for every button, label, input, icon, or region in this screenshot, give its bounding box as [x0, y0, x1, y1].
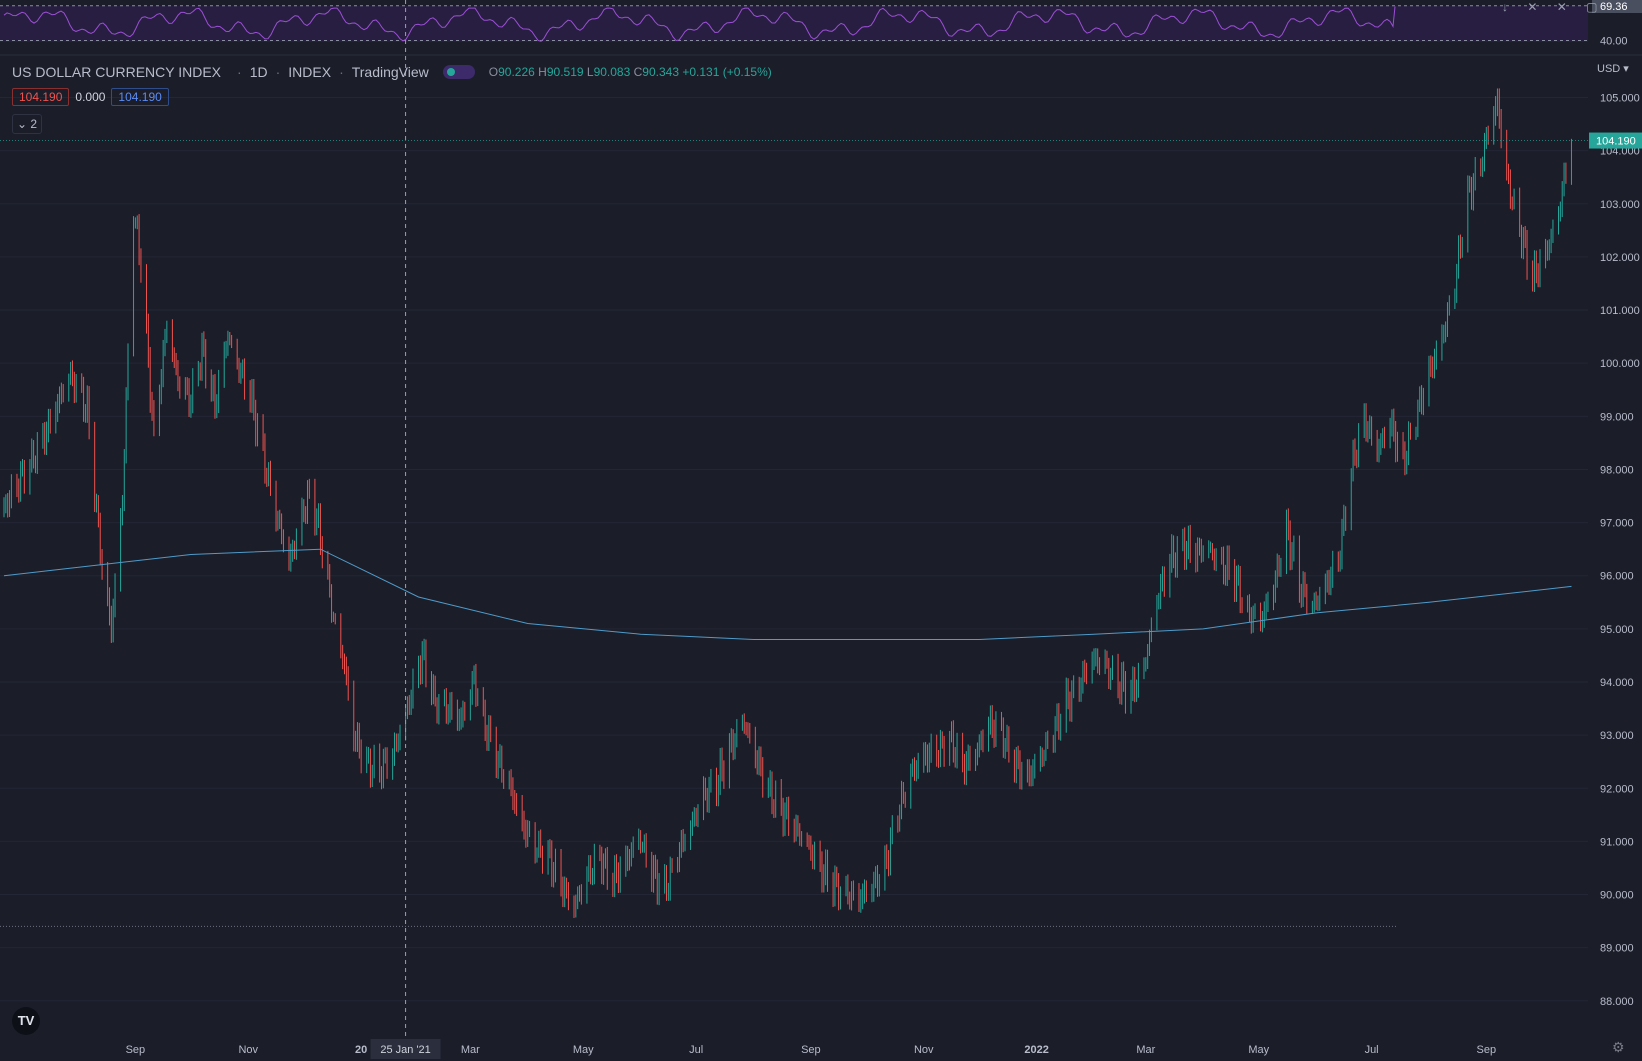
symbol-name[interactable]: US DOLLAR CURRENCY INDEX — [12, 64, 221, 80]
rsi-tick-label: 40.00 — [1600, 35, 1628, 47]
buy-price-button[interactable]: 104.190 — [111, 88, 169, 106]
price-tick-label: 95.000 — [1600, 624, 1634, 636]
price-tick-label: 100.000 — [1600, 358, 1640, 370]
close-key: C — [633, 65, 643, 79]
time-tick-label: Jul — [689, 1044, 703, 1056]
crosshair-date-label: 25 Jan '21 — [380, 1044, 430, 1056]
interval-label[interactable]: 1D — [250, 64, 268, 80]
settings-gear-icon[interactable]: ⚙ — [1612, 1039, 1625, 1056]
indicator-count: 2 — [30, 117, 38, 131]
close-value: 90.343 — [642, 65, 679, 79]
change-value: +0.131 (+0.15%) — [682, 65, 772, 79]
time-tick-label: 2022 — [1024, 1044, 1048, 1056]
currency-label: USD — [1597, 63, 1621, 75]
price-tick-label: 102.000 — [1600, 252, 1640, 264]
price-tick-label: 90.000 — [1600, 890, 1634, 902]
price-tick-label: 103.000 — [1600, 199, 1640, 211]
price-tick-label: 96.000 — [1600, 571, 1634, 583]
open-value: 90.226 — [498, 65, 535, 79]
price-tick-label: 94.000 — [1600, 677, 1634, 689]
currency-selector[interactable]: USD ▾ — [1597, 62, 1629, 75]
ohlc-values: O90.226 H90.519 L90.083 C90.343 +0.131 (… — [489, 65, 772, 79]
time-tick-label: Jul — [1365, 1044, 1379, 1056]
visibility-toggle[interactable] — [442, 65, 475, 79]
time-tick-label: Sep — [1477, 1044, 1497, 1056]
chart-canvas[interactable]: 40.0069.3688.00089.00090.00091.00092.000… — [0, 0, 1642, 1061]
price-tick-label: 101.000 — [1600, 305, 1640, 317]
price-tick-label: 99.000 — [1600, 411, 1634, 423]
pane-controls[interactable]: ↓ ✕ ✕ ▢ — [1502, 0, 1605, 14]
time-tick-label: 20 — [355, 1044, 367, 1056]
time-tick-label: Nov — [238, 1044, 258, 1056]
spread-value: 0.000 — [75, 90, 106, 104]
time-tick-label: Sep — [801, 1044, 821, 1056]
tradingview-logo-icon[interactable]: TV — [12, 1007, 40, 1035]
exchange-label: INDEX — [288, 64, 332, 80]
price-tick-label: 98.000 — [1600, 464, 1634, 476]
price-tick-label: 97.000 — [1600, 518, 1634, 530]
trade-inputs: 104.190 0.000 104.190 — [12, 88, 169, 106]
open-key: O — [488, 65, 499, 79]
high-value: 90.519 — [546, 65, 584, 79]
chart-background — [0, 0, 1642, 1061]
price-tick-label: 105.000 — [1600, 93, 1640, 105]
price-axis-background — [1588, 0, 1642, 1061]
price-tick-label: 91.000 — [1600, 836, 1634, 848]
indicators-collapse-button[interactable]: ⌄ 2 — [12, 114, 42, 134]
time-tick-label: Nov — [914, 1044, 934, 1056]
price-tick-label: 93.000 — [1600, 730, 1634, 742]
price-tick-label: 92.000 — [1600, 783, 1634, 795]
time-tick-label: May — [1248, 1044, 1269, 1056]
price-tick-label: 89.000 — [1600, 943, 1634, 955]
rsi-band — [0, 5, 1588, 42]
symbol-legend: US DOLLAR CURRENCY INDEX · 1D · INDEX · … — [12, 64, 772, 80]
time-tick-label: Sep — [126, 1044, 146, 1056]
high-key: H — [538, 65, 547, 79]
time-tick-label: Mar — [461, 1044, 480, 1056]
last-price-label: 104.190 — [1596, 136, 1636, 148]
time-tick-label: May — [573, 1044, 594, 1056]
price-tick-label: 88.000 — [1600, 996, 1634, 1008]
time-tick-label: Mar — [1136, 1044, 1155, 1056]
low-value: 90.083 — [593, 65, 631, 79]
sell-price-button[interactable]: 104.190 — [12, 88, 70, 106]
source-label: TradingView — [351, 64, 429, 80]
low-key: L — [586, 65, 594, 79]
